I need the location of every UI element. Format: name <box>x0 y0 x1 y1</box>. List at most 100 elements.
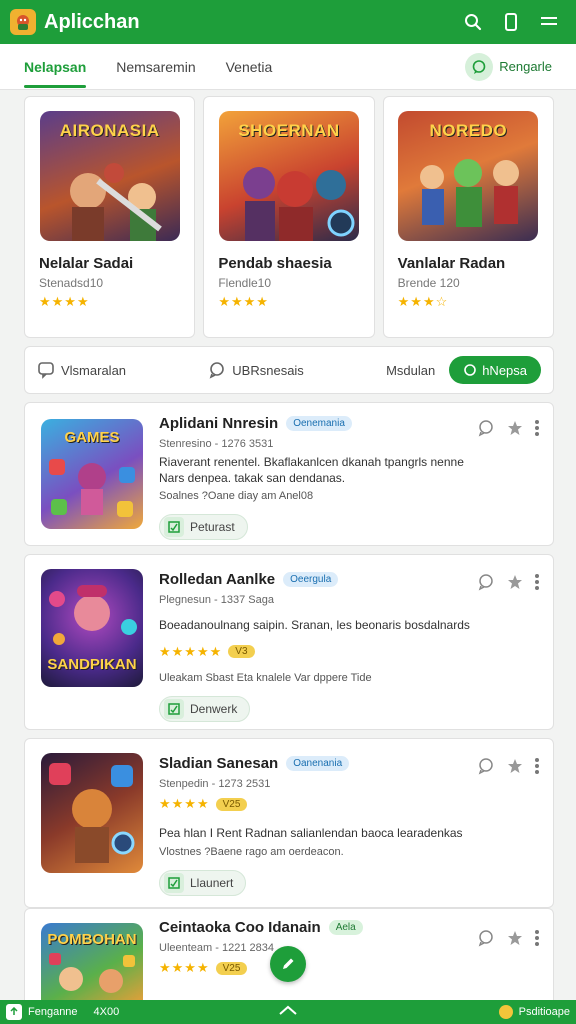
rating-row: ★★★★ V25 <box>159 796 475 812</box>
featured-card[interactable]: NOREDO Vanlalar Radan Brende 120 ★★★☆ <box>382 96 554 338</box>
filter-pill-label: hNepsa <box>482 362 528 378</box>
comment-icon[interactable] <box>477 757 495 775</box>
featured-name: Vanlalar Radan <box>397 255 506 272</box>
rating-row: ★★★★★ V3 <box>159 644 475 660</box>
featured-meta: Flendle10 <box>218 276 272 290</box>
app-badge: Oenemania <box>286 416 352 431</box>
star-icon[interactable] <box>507 758 523 774</box>
app-meta: Plegnesun - 1337 Saga <box>159 594 274 606</box>
app-tag-button[interactable]: Llaunert <box>159 869 247 896</box>
app-tag-label: Peturast <box>190 520 235 535</box>
bottom-left-label: Fenganne <box>28 1006 78 1018</box>
app-tag-button[interactable]: Denwerk <box>159 695 251 722</box>
star-icon[interactable] <box>507 930 523 946</box>
app-meta: Uleenteam - 1221 2834 <box>159 942 274 954</box>
card-actions <box>477 757 539 775</box>
comment-icon[interactable] <box>477 929 495 947</box>
featured-name: Nelalar Sadai <box>39 255 134 272</box>
app-badge: Oanenania <box>286 756 350 771</box>
bottom-left-value: 4X00 <box>93 1006 120 1018</box>
search-icon <box>465 14 482 31</box>
featured-meta: Brende 120 <box>397 276 460 290</box>
app-score: V25 <box>215 961 248 975</box>
app-body: Rolledan Aanlke Oeergula Plegnesun - 133… <box>159 571 475 722</box>
app-card[interactable]: Sladian Sanesan Oanenania Stenpedin - 12… <box>24 738 554 908</box>
featured-image: SHOERNAN <box>218 111 359 241</box>
app-score: V3 <box>228 645 255 659</box>
filter-ubrsnesais[interactable]: UBRsnesais <box>208 361 304 379</box>
app-tag-button[interactable]: Peturast <box>159 514 248 541</box>
app-logo-icon <box>10 9 36 35</box>
tab-nemsaremin[interactable]: Nemsaremin <box>116 44 195 90</box>
app-info: Uleakam Sbast Eta knalele Var dppere Tid… <box>159 671 372 684</box>
bottom-right[interactable]: Psditioape <box>498 1005 570 1019</box>
tab-nelapsan[interactable]: Nelapsan <box>24 44 87 90</box>
filter-label: UBRsnesais <box>232 362 304 378</box>
card-actions <box>477 573 539 591</box>
more-vertical-icon[interactable] <box>535 930 539 946</box>
app-title: Ceintaoka Coo Idanain <box>159 919 321 936</box>
pencil-icon <box>283 958 294 969</box>
more-vertical-icon[interactable] <box>535 420 539 436</box>
app-card[interactable]: SANDPIKAN Rolledan Aanlke Oeergula Plegn… <box>24 554 554 730</box>
check-icon <box>164 698 184 719</box>
app-body: Aplidani Nnresin Oenemania Stenresino - … <box>159 415 475 541</box>
featured-card[interactable]: AIRONASIA Nelalar Sadai Stenadsd10 ★★★★ <box>24 96 196 338</box>
chevron-up-icon[interactable] <box>278 1004 298 1019</box>
rengarle-button[interactable]: Rengarle <box>465 52 552 81</box>
tab-bar: Nelapsan Nemsaremin Venetia Rengarle <box>0 44 576 90</box>
app-tag-label: Denwerk <box>190 701 238 716</box>
app-card[interactable]: GAMES Aplidani Nnresin Oenemania Stenres… <box>24 402 554 546</box>
app-title-row: Rolledan Aanlke Oeergula <box>159 571 475 588</box>
app-stars: ★★★★ <box>159 796 210 811</box>
edit-fab-button[interactable] <box>270 946 306 982</box>
app-body: Sladian Sanesan Oanenania Stenpedin - 12… <box>159 755 475 896</box>
filter-bar: Vlsmaralan UBRsnesais Msdulan hNepsa <box>24 346 554 394</box>
featured-stars: ★★★★ <box>39 294 90 309</box>
featured-banner: AIRONASIA <box>59 121 160 140</box>
featured-meta: Stenadsd10 <box>39 276 104 290</box>
featured-banner: NOREDO <box>429 121 508 140</box>
featured-card[interactable]: SHOERNAN Pendab shaesia Flendle10 ★★★★ <box>203 96 375 338</box>
filter-msdulan[interactable]: Msdulan <box>386 363 435 378</box>
coin-icon <box>498 1005 513 1019</box>
bottom-left: Fenganne 4X00 <box>6 1004 499 1020</box>
star-icon[interactable] <box>507 420 523 436</box>
star-icon[interactable] <box>507 574 523 590</box>
filter-pill-button[interactable]: hNepsa <box>449 356 542 384</box>
chat-icon <box>463 363 477 377</box>
featured-row: AIRONASIA Nelalar Sadai Stenadsd10 ★★★★ … <box>24 96 554 338</box>
upload-icon[interactable] <box>6 1004 22 1020</box>
menu-button[interactable] <box>532 5 566 39</box>
app-badge: Oeergula <box>283 572 339 587</box>
app-thumbnail <box>41 753 143 873</box>
app-title-row: Aplidani Nnresin Oenemania <box>159 415 475 432</box>
device-button[interactable] <box>494 5 528 39</box>
app-info: Vlostnes ?Baene rago am oerdeacon. <box>159 845 344 858</box>
app-stars: ★★★★★ <box>159 643 223 659</box>
card-actions <box>477 929 539 947</box>
app-meta: Stenpedin - 1273 2531 <box>159 778 271 790</box>
search-button[interactable] <box>456 5 490 39</box>
app-tag-label: Llaunert <box>190 875 234 890</box>
phone-icon <box>505 13 517 31</box>
more-vertical-icon[interactable] <box>535 758 539 774</box>
check-icon <box>164 872 184 893</box>
more-vertical-icon[interactable] <box>535 574 539 590</box>
app-body: Ceintaoka Coo Idanain Aela Uleenteam - 1… <box>159 919 475 976</box>
filter-vlsmaralan[interactable]: Vlsmaralan <box>37 361 126 379</box>
thumbnail-text: POMBOHAN <box>47 931 137 948</box>
featured-stars: ★★★☆ <box>397 294 449 309</box>
app-title: Aplicchan <box>44 10 140 33</box>
app-badge: Aela <box>328 920 363 935</box>
app-stars: ★★★★ <box>159 960 210 975</box>
app-title: Rolledan Aanlke <box>159 571 276 588</box>
comment-icon[interactable] <box>477 419 495 437</box>
comment-icon[interactable] <box>477 573 495 591</box>
comment-icon <box>37 361 55 379</box>
app-description: Boeadanoulnang saipin. Sranan, les beona… <box>159 618 470 632</box>
app-info: Soalnes ?Oane diay am Anel08 <box>159 490 314 503</box>
app-score: V25 <box>215 797 248 811</box>
chat-icon <box>465 52 494 81</box>
tab-venetia[interactable]: Venetia <box>226 44 273 90</box>
